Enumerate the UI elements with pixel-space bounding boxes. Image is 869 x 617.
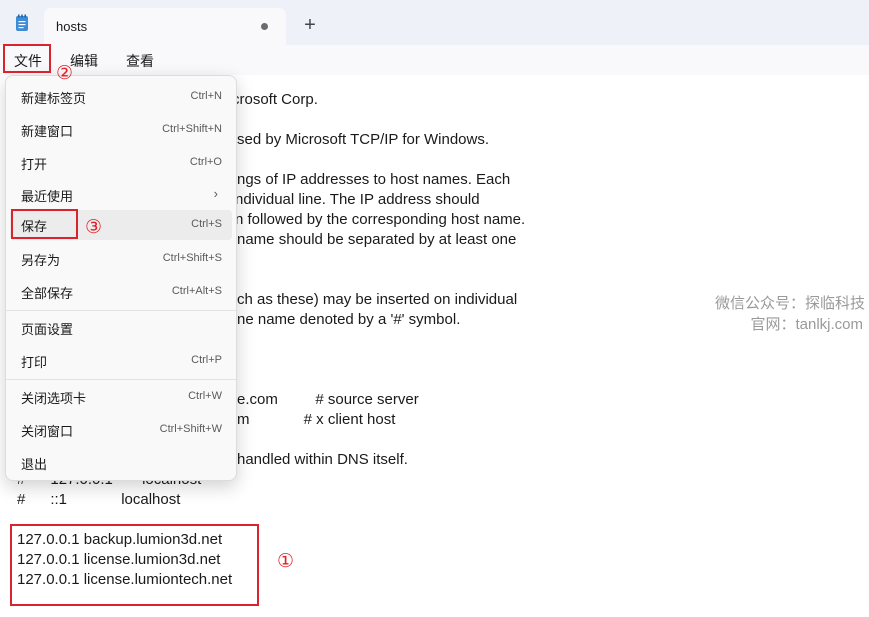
menu-bar: 文件 编辑 查看: [0, 45, 869, 75]
menu-item-shortcut: Ctrl+N: [190, 90, 222, 102]
menu-item-new-tab[interactable]: 新建标签页 Ctrl+N: [10, 82, 232, 112]
menu-item-save-all[interactable]: 全部保存 Ctrl+Alt+S: [10, 277, 232, 307]
menu-item-close-tab[interactable]: 关闭选项卡 Ctrl+W: [10, 382, 232, 412]
editor-line: ch as these) may be inserted on individu…: [237, 291, 518, 308]
menu-item-label: 退出: [21, 457, 48, 472]
menu-item-shortcut: Ctrl+Alt+S: [171, 285, 222, 297]
editor-line: n followed by the corresponding host nam…: [235, 211, 526, 228]
menu-item-close-window[interactable]: 关闭窗口 Ctrl+Shift+W: [10, 415, 232, 445]
watermark-wechat: 微信公众号：探临科技: [714, 295, 865, 312]
menu-item-label: 最近使用: [21, 189, 74, 204]
menu-item-exit[interactable]: 退出: [10, 448, 232, 478]
editor-line: m # x client host: [237, 411, 396, 428]
highlight-box-added-lines: [10, 524, 259, 606]
menu-item-shortcut: Ctrl+S: [191, 218, 222, 230]
editor-line: handled within DNS itself.: [237, 451, 408, 468]
menu-item-shortcut: Ctrl+Shift+W: [159, 423, 222, 435]
new-tab-button[interactable]: +: [300, 15, 320, 36]
highlight-box-save: [11, 209, 78, 239]
highlight-box-file-menu: [3, 44, 51, 73]
title-bar: hosts +: [0, 0, 869, 45]
editor-line: ne name denoted by a '#' symbol.: [237, 311, 461, 328]
editor-line: e.com # source server: [237, 391, 419, 408]
menu-item-label: 关闭选项卡: [21, 391, 87, 406]
menu-item-label: 页面设置: [21, 322, 74, 337]
editor-line: sed by Microsoft TCP/IP for Windows.: [237, 131, 490, 148]
menu-item-label: 打印: [21, 355, 48, 370]
menu-item-print[interactable]: 打印 Ctrl+P: [10, 346, 232, 376]
menu-item-label: 新建标签页: [21, 91, 87, 106]
editor-line: name should be separated by at least one: [237, 231, 517, 248]
menu-item-shortcut: Ctrl+O: [189, 156, 222, 168]
menu-item-recent[interactable]: 最近使用 ›: [10, 180, 232, 210]
editor-line: ndividual line. The IP address should: [235, 191, 480, 208]
menu-item-shortcut: Ctrl+Shift+S: [162, 252, 222, 264]
watermark-website: 官网：tanlkj.com: [750, 316, 863, 333]
editor-line: crosoft Corp.: [232, 91, 318, 108]
menu-item-label: 打开: [21, 157, 48, 172]
tab-hosts[interactable]: hosts: [44, 8, 286, 45]
menu-item-shortcut: Ctrl+P: [191, 354, 222, 366]
menu-item-shortcut: Ctrl+W: [188, 390, 222, 402]
editor-line: ngs of IP addresses to host names. Each: [237, 171, 511, 188]
menu-item-page-setup[interactable]: 页面设置: [10, 313, 232, 343]
chevron-right-icon: ›: [213, 186, 218, 201]
menu-item-label: 另存为: [21, 253, 61, 268]
step-2-marker: ②: [56, 63, 74, 84]
menu-item-label: 新建窗口: [21, 124, 74, 139]
file-menu-dropdown: 新建标签页 Ctrl+N 新建窗口 Ctrl+Shift+N 打开 Ctrl+O…: [5, 75, 237, 481]
step-3-marker: ③: [85, 217, 103, 238]
menu-item-save-as[interactable]: 另存为 Ctrl+Shift+S: [10, 244, 232, 274]
menu-item-open[interactable]: 打开 Ctrl+O: [10, 148, 232, 178]
menu-view[interactable]: 查看: [118, 49, 162, 73]
editor-line: # ::1 localhost: [17, 491, 181, 508]
menu-item-label: 关闭窗口: [21, 424, 74, 439]
menu-item-shortcut: Ctrl+Shift+N: [162, 123, 222, 135]
step-1-marker: ①: [277, 551, 295, 572]
menu-divider: [6, 310, 236, 311]
tab-title: hosts: [56, 19, 88, 34]
menu-item-label: 全部保存: [21, 286, 74, 301]
unsaved-dot-icon[interactable]: [261, 23, 268, 30]
notepad-app-icon: [16, 14, 28, 31]
menu-item-new-window[interactable]: 新建窗口 Ctrl+Shift+N: [10, 115, 232, 145]
menu-divider: [6, 379, 236, 380]
